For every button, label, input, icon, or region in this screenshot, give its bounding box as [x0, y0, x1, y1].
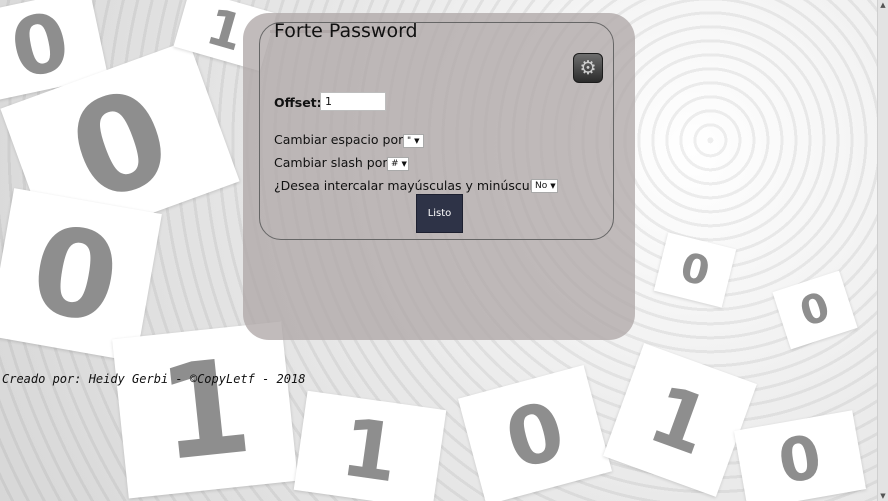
case-select-value: No [535, 181, 548, 191]
bg-digit-tile: 1 [293, 390, 447, 501]
space-select-value: " [407, 136, 412, 146]
gear-icon[interactable]: ⚙ [573, 53, 603, 83]
chevron-down-icon: ▼ [401, 160, 407, 168]
form-title: Forte Password [274, 20, 418, 42]
slash-select-value: # [391, 159, 399, 169]
offset-input[interactable]: 1 [320, 92, 386, 111]
offset-label: Offset: [274, 95, 322, 110]
space-label: Cambiar espacio por: [274, 132, 408, 147]
bg-digit-tile: 1 [112, 321, 298, 499]
slash-select[interactable]: # ▼ [387, 157, 409, 171]
footer-credit: Creado por: Heidy Gerbi - ©CopyLetf - 20… [2, 372, 306, 386]
scroll-down-icon[interactable]: ▼ [879, 492, 887, 500]
listo-button[interactable]: Listo [416, 194, 463, 233]
case-select[interactable]: No ▼ [531, 179, 558, 193]
slash-label: Cambiar slash por: [274, 155, 392, 170]
scrollbar[interactable]: ▲ ▼ [877, 0, 888, 501]
space-select[interactable]: " ▼ [403, 134, 424, 148]
chevron-down-icon: ▼ [550, 182, 556, 190]
scroll-up-icon[interactable]: ▲ [879, 1, 887, 9]
chevron-down-icon: ▼ [414, 137, 420, 145]
case-label: ¿Desea intercalar mayúsculas y minúscula… [274, 178, 554, 193]
